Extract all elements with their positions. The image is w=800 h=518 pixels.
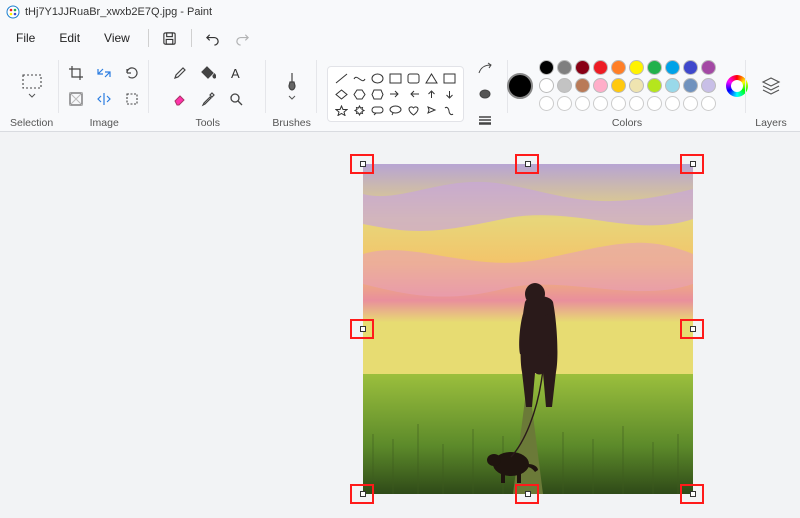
color-swatch[interactable] [575,60,590,75]
custom-color-slot[interactable] [629,96,644,111]
custom-color-slot[interactable] [701,96,716,111]
group-brushes: Brushes [266,52,317,131]
chevron-down-icon [288,95,296,100]
color-picker-tool[interactable] [195,87,221,111]
group-selection: Selection [4,52,59,131]
rotate-tool[interactable] [119,61,145,85]
custom-color-slot[interactable] [683,96,698,111]
color-swatch[interactable] [647,78,662,93]
annotation-box [350,154,374,174]
canvas-image[interactable] [363,164,693,494]
window-title-sep: - [177,6,187,18]
group-layers: Layers [746,52,796,131]
titlebar: tHj7Y1JJRuaBr_xwxb2E7Q.jpg - Paint [0,0,800,24]
redo-button[interactable] [230,26,256,50]
menu-file[interactable]: File [6,28,45,48]
pencil-tool[interactable] [167,61,193,85]
window-title-app: Paint [187,6,212,18]
current-color-swatch[interactable] [507,73,533,99]
annotation-box [680,484,704,504]
color-swatch[interactable] [593,78,608,93]
annotation-box [515,154,539,174]
custom-color-slot[interactable] [647,96,662,111]
undo-button[interactable] [200,26,226,50]
annotation-box [350,484,374,504]
window-title-file: tHj7Y1JJRuaBr_xwxb2E7Q.jpg [25,6,177,18]
shapes-gallery[interactable] [327,66,464,122]
save-button[interactable] [157,26,183,50]
magnifier-tool[interactable] [223,87,249,111]
annotation-box [350,319,374,339]
eraser-tool[interactable] [167,87,193,111]
shape-outline-button[interactable] [472,56,498,80]
color-swatch[interactable] [701,78,716,93]
custom-color-slot[interactable] [557,96,572,111]
color-swatch[interactable] [611,60,626,75]
group-label-tools: Tools [195,117,220,129]
annotation-box [680,319,704,339]
custom-color-slot[interactable] [665,96,680,111]
color-swatch[interactable] [539,78,554,93]
image-remove-bg[interactable] [63,87,89,111]
menu-edit[interactable]: Edit [49,28,90,48]
group-label-layers: Layers [755,117,787,129]
color-swatch[interactable] [701,60,716,75]
color-palette [539,60,716,111]
brushes-button[interactable] [273,60,311,112]
group-image: Image [59,52,149,131]
color-swatch[interactable] [629,60,644,75]
shape-fill-button[interactable] [472,82,498,106]
paint-app-icon [6,5,20,19]
group-label-colors: Colors [612,117,642,129]
annotation-box [515,484,539,504]
group-colors: Colors [508,52,746,131]
color-swatch[interactable] [665,60,680,75]
color-swatch[interactable] [557,60,572,75]
menu-divider-2 [191,29,192,47]
resize-tool[interactable] [91,61,117,85]
canvas-area[interactable] [0,132,800,518]
group-label-image: Image [90,117,119,129]
group-shapes: Shapes [317,52,508,131]
color-swatch[interactable] [575,78,590,93]
color-swatch[interactable] [647,60,662,75]
custom-color-slot[interactable] [575,96,590,111]
chevron-down-icon [28,93,36,98]
crop-tool[interactable] [63,61,89,85]
annotation-box [680,154,704,174]
custom-color-slot[interactable] [539,96,554,111]
menu-divider [148,29,149,47]
group-label-brushes: Brushes [272,117,311,129]
svg-text:A: A [231,66,240,81]
color-swatch[interactable] [539,60,554,75]
group-tools: A Tools [149,52,266,131]
menu-bar: File Edit View [0,24,800,52]
color-swatch[interactable] [683,60,698,75]
fill-tool[interactable] [195,61,221,85]
skew-tool[interactable] [119,87,145,111]
shape-width-button[interactable] [472,108,498,132]
color-swatch[interactable] [593,60,608,75]
color-swatch[interactable] [665,78,680,93]
color-swatch[interactable] [611,78,626,93]
menu-view[interactable]: View [94,28,140,48]
custom-color-slot[interactable] [611,96,626,111]
color-swatch[interactable] [629,78,644,93]
custom-color-slot[interactable] [593,96,608,111]
ribbon: Selection Image [0,52,800,132]
edit-colors-button[interactable] [726,75,748,97]
flip-tool[interactable] [91,87,117,111]
color-swatch[interactable] [557,78,572,93]
text-tool[interactable]: A [223,61,249,85]
selection-tool[interactable] [13,60,51,112]
color-swatch[interactable] [683,78,698,93]
layers-button[interactable] [752,60,790,112]
group-label-selection: Selection [10,117,53,129]
